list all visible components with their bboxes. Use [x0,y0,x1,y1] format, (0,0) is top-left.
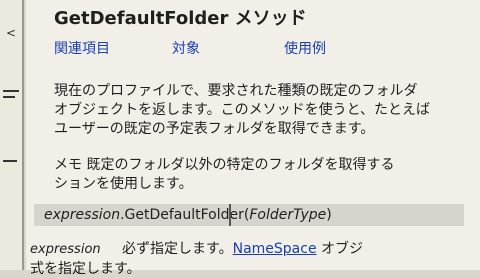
link-applies-to[interactable]: 対象 [172,38,200,58]
pane-text-fragment [3,160,17,162]
note-line: メモ 既定のフォルダ以外の特定のフォルダを取得する [54,157,395,173]
collapse-caret-icon[interactable]: < [6,26,16,40]
description-line: 現在のプロファイルで、要求された種類の既定のフォルダ [54,83,418,99]
syntax-parameter: FolderType [249,207,327,223]
note-line: ションを使用します。 [54,176,193,192]
page-title: GetDefaultFolder メソッド [54,8,307,29]
left-navigation-pane: < [0,0,24,270]
pane-text-fragment [3,90,19,92]
parameter-name: expression [30,242,101,257]
description-line: ユーザーの既定の予定表フォルダを取得できます。 [54,121,375,137]
link-related-topics[interactable]: 関連項目 [54,38,110,58]
parameter-desc-text: オブジ [316,241,364,257]
pane-text-fragment [3,96,15,98]
parameter-description-cont: 式を指定します。 [30,261,141,277]
syntax-close: ) [326,207,332,223]
parameter-desc-text: 必ず指定します。 [122,241,233,257]
text-cursor [229,204,231,226]
link-example[interactable]: 使用例 [284,38,326,58]
namespace-link[interactable]: NameSpace [233,241,317,257]
syntax-line: expression.GetDefaultFolder(FolderType) [44,207,332,223]
help-content: GetDefaultFolder メソッド 関連項目 対象 使用例 現在のプロフ… [26,0,480,270]
parameter-description: 必ず指定します。NameSpace オブジ [122,238,363,258]
description-line: オブジェクトを返します。このメソッドを使うと、たとえば [54,102,431,118]
syntax-expression: expression [44,207,121,223]
